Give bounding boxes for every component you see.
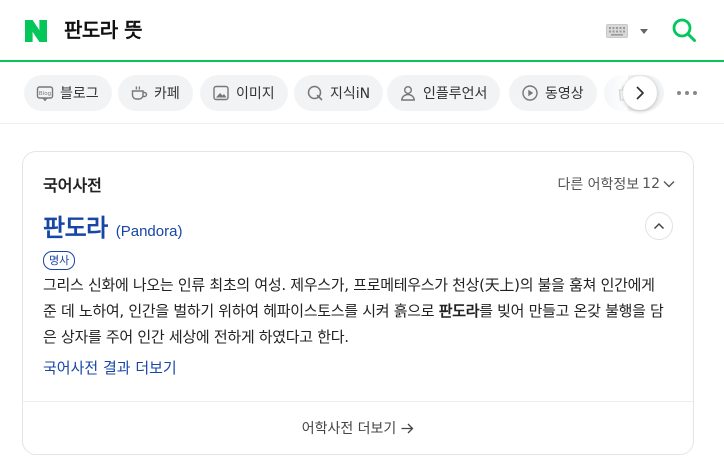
- entry-word[interactable]: 판도라: [43, 208, 108, 243]
- arrow-right-icon: [401, 423, 414, 433]
- cafe-cup-icon: [131, 86, 148, 100]
- definition-text: 그리스 신화에 나오는 인류 최초의 여성. 제우스가, 프로메테우스가 천상(…: [43, 272, 667, 350]
- entry-original-word: (Pandora): [115, 223, 183, 240]
- entry-heading: 판도라 (Pandora): [43, 208, 182, 243]
- part-of-speech-badge: 명사: [43, 251, 76, 270]
- blog-icon: Blog: [36, 86, 54, 102]
- card-title: 국어사전: [43, 176, 102, 195]
- tabs-next-button[interactable]: [623, 76, 657, 110]
- person-icon: [401, 86, 415, 101]
- collapse-button[interactable]: [645, 212, 673, 240]
- chevron-up-icon: [653, 222, 665, 230]
- naver-logo-icon[interactable]: [24, 19, 48, 43]
- search-query-text[interactable]: 판도라 뜻: [64, 16, 143, 44]
- dictionary-card: 국어사전 다른 어학정보 12 판도라 (Pandora) 명사 그리스 신화에…: [22, 151, 694, 455]
- tab-label: 인플루언서: [423, 86, 488, 102]
- tab-label: 블로그: [60, 86, 99, 102]
- play-icon: [522, 85, 538, 101]
- chevron-down-icon: [663, 181, 675, 188]
- other-info-label: 다른 어학정보: [557, 177, 640, 193]
- keyboard-dropdown-caret-icon[interactable]: [640, 29, 648, 34]
- more-options-icon[interactable]: [676, 86, 698, 100]
- tab-label: 동영상: [545, 86, 584, 102]
- footer-link-label: 어학사전 더보기: [301, 421, 397, 437]
- qna-icon: [307, 85, 323, 101]
- keyboard-icon[interactable]: [606, 24, 628, 38]
- tab-label: 지식iN: [330, 86, 371, 102]
- tab-cafe[interactable]: 카페: [118, 75, 193, 111]
- other-language-info-link[interactable]: 다른 어학정보 12: [557, 174, 675, 194]
- chevron-right-icon: [636, 86, 644, 100]
- tab-image[interactable]: 이미지: [200, 75, 288, 111]
- tab-kin[interactable]: 지식iN: [294, 75, 384, 111]
- other-info-count: 12: [642, 176, 660, 192]
- svg-text:Blog: Blog: [39, 91, 51, 97]
- image-icon: [213, 85, 229, 101]
- language-dictionary-more-link[interactable]: 어학사전 더보기: [23, 402, 693, 454]
- tab-influencer[interactable]: 인플루언서: [387, 75, 501, 111]
- definition-highlight: 판도라: [438, 302, 480, 320]
- search-header: 판도라 뜻: [0, 0, 724, 62]
- tab-label: 이미지: [236, 86, 275, 102]
- dictionary-more-results-link[interactable]: 국어사전 결과 더보기: [43, 357, 177, 378]
- tab-blog[interactable]: Blog 블로그: [24, 75, 112, 111]
- tab-video[interactable]: 동영상: [509, 75, 597, 111]
- tab-label: 카페: [154, 86, 180, 102]
- search-icon[interactable]: [671, 17, 697, 43]
